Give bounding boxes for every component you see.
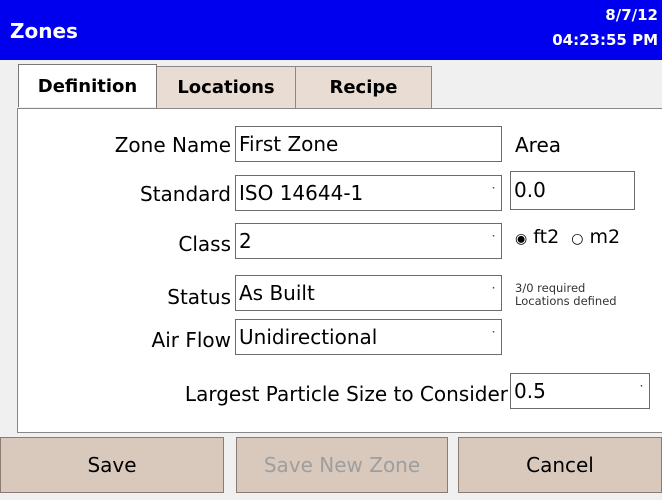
save-button[interactable]: Save (0, 437, 224, 493)
air-flow-label: Air Flow (151, 328, 231, 352)
tab-locations[interactable]: Locations (156, 66, 296, 108)
largest-particle-label: Largest Particle Size to Consider (184, 382, 508, 406)
standard-value: ISO 14644-1 (239, 181, 364, 205)
title-bar: Zones 8/7/12 04:23:55 PM (0, 0, 662, 60)
status-value: As Built (239, 281, 315, 305)
radio-unselected-icon: ○ (571, 231, 584, 247)
unit-ft2-label: ft2 (533, 226, 560, 248)
status-label: Status (167, 285, 231, 309)
class-value: 2 (239, 229, 252, 253)
zone-name-input[interactable]: First Zone (235, 126, 502, 162)
area-label: Area (515, 133, 562, 157)
save-new-zone-button-label: Save New Zone (263, 453, 421, 477)
zone-name-label: Zone Name (114, 133, 231, 157)
tab-definition[interactable]: Definition (18, 64, 157, 107)
class-label: Class (178, 232, 231, 256)
class-select[interactable]: 2 ˙ (235, 223, 502, 259)
radio-selected-icon: ◉ (515, 231, 528, 247)
locations-defined-text: Locations defined (515, 294, 617, 308)
locations-note: 3/0 required Locations defined (515, 282, 617, 308)
save-new-zone-button[interactable]: Save New Zone (236, 437, 448, 493)
area-units-radio-group: ◉ ft2 ○ m2 (515, 226, 620, 248)
unit-ft2-radio[interactable]: ◉ ft2 (515, 226, 559, 248)
tab-locations-label: Locations (177, 77, 275, 98)
largest-particle-value: 0.5 (514, 379, 546, 403)
dropdown-arrow-icon: ˙ (638, 384, 645, 400)
unit-m2-label: m2 (589, 226, 621, 248)
unit-m2-radio[interactable]: ○ m2 (571, 226, 620, 248)
zone-name-value: First Zone (239, 132, 339, 156)
tab-definition-label: Definition (37, 75, 138, 97)
area-input[interactable]: 0.0 (510, 171, 635, 210)
dropdown-arrow-icon: ˙ (490, 186, 497, 202)
dropdown-arrow-icon: ˙ (490, 234, 497, 250)
save-button-label: Save (87, 453, 137, 477)
date-display: 8/7/12 (605, 6, 658, 24)
status-select[interactable]: As Built ˙ (235, 275, 502, 311)
app-title: Zones (10, 19, 78, 43)
area-value: 0.0 (514, 178, 546, 202)
air-flow-select[interactable]: Unidirectional ˙ (235, 319, 502, 355)
cancel-button[interactable]: Cancel (458, 437, 662, 493)
dropdown-arrow-icon: ˙ (490, 330, 497, 346)
standard-label: Standard (140, 182, 231, 206)
standard-select[interactable]: ISO 14644-1 ˙ (235, 175, 502, 211)
tab-recipe[interactable]: Recipe (295, 66, 432, 108)
air-flow-value: Unidirectional (239, 325, 378, 349)
dropdown-arrow-icon: ˙ (490, 286, 497, 302)
time-display: 04:23:55 PM (552, 31, 658, 49)
largest-particle-select[interactable]: 0.5 ˙ (510, 373, 650, 409)
tab-recipe-label: Recipe (329, 77, 398, 98)
cancel-button-label: Cancel (526, 453, 594, 477)
